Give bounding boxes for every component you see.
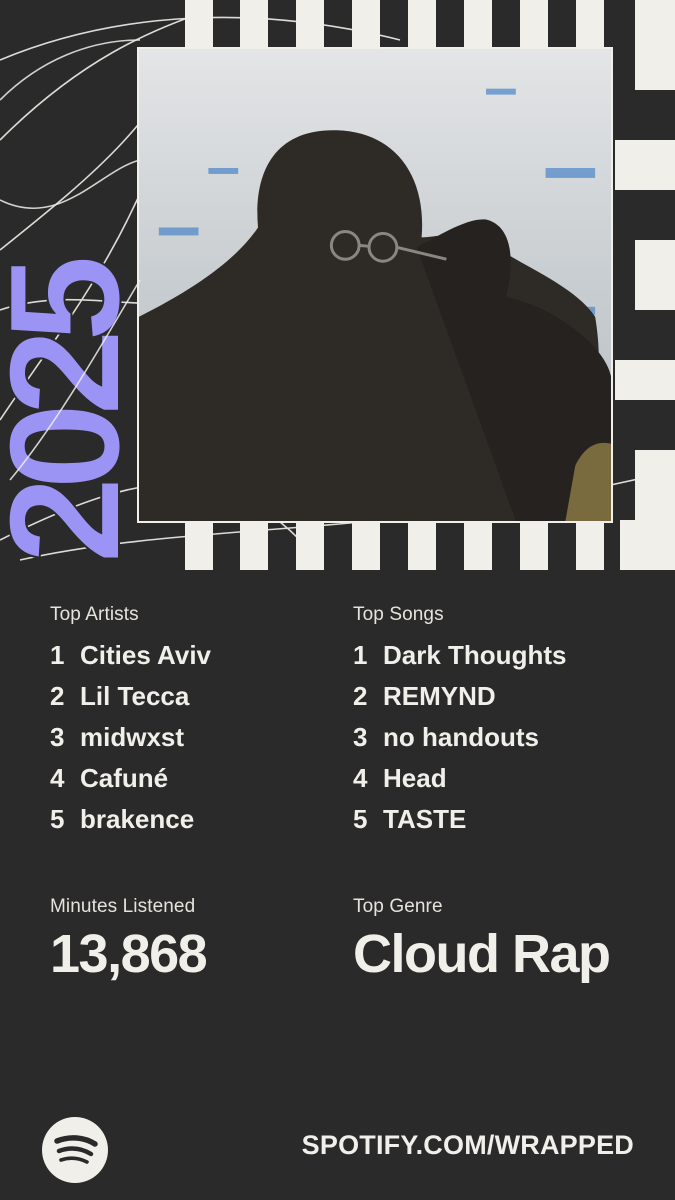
- spotify-logo-icon[interactable]: [42, 1117, 108, 1183]
- rank-number: 1: [50, 640, 65, 670]
- list-item: 2 Lil Tecca: [50, 681, 350, 722]
- top-songs-list: 1 Dark Thoughts 2 REMYND 3 no handouts 4 Hea…: [353, 640, 653, 845]
- list-item: 4 Cafuné: [50, 763, 350, 804]
- rank-number: 3: [353, 722, 368, 752]
- artist-name: Cities Aviv: [80, 640, 212, 670]
- rank-number: 2: [353, 681, 368, 711]
- minutes-listened-section: Minutes Listened 13,868: [50, 896, 350, 984]
- hero-graphic: 2025: [0, 0, 675, 570]
- list-item: 1 Cities Aviv: [50, 640, 350, 681]
- top-genre-section: Top Genre Cloud Rap: [353, 896, 653, 984]
- list-item: 1 Dark Thoughts: [353, 640, 653, 681]
- wrapped-url-link[interactable]: SPOTIFY.COM/WRAPPED: [302, 1130, 634, 1161]
- top-songs-label: Top Songs: [353, 604, 444, 625]
- song-name: REMYND: [383, 681, 496, 711]
- artist-name: brakence: [80, 804, 195, 834]
- year-graphic-2025: 2025: [0, 39, 154, 565]
- list-item: 3 no handouts: [353, 722, 653, 763]
- footer: SPOTIFY.COM/WRAPPED: [0, 1110, 675, 1183]
- minutes-listened-value: 13,868: [50, 924, 208, 984]
- top-artists-section: Top Artists 1 Cities Aviv 2 Lil Tecca 3 mid…: [50, 604, 350, 845]
- stats-section: Top Artists 1 Cities Aviv 2 Lil Tecca 3 mid…: [0, 570, 675, 1200]
- list-item: 3 midwxst: [50, 722, 350, 763]
- rank-number: 1: [353, 640, 368, 670]
- rank-number: 4: [353, 763, 368, 793]
- minutes-listened-label: Minutes Listened: [50, 896, 196, 917]
- artist-name: Cafuné: [80, 763, 169, 793]
- song-name: Head: [383, 763, 447, 793]
- song-name: TASTE: [383, 804, 467, 834]
- rank-number: 4: [50, 763, 65, 793]
- list-item: 5 TASTE: [353, 804, 653, 845]
- rank-number: 5: [50, 804, 65, 834]
- top-artists-label: Top Artists: [50, 604, 139, 625]
- rank-number: 5: [353, 804, 368, 834]
- list-item: 5 brakence: [50, 804, 350, 845]
- top-genre-label: Top Genre: [353, 896, 443, 917]
- year-text: 2025: [0, 258, 153, 564]
- artist-name: midwxst: [80, 722, 185, 752]
- list-item: 4 Head: [353, 763, 653, 804]
- song-name: Dark Thoughts: [383, 640, 567, 670]
- top-songs-section: Top Songs 1 Dark Thoughts 2 REMYND 3 no han…: [353, 604, 653, 845]
- rank-number: 2: [50, 681, 65, 711]
- artist-name: Lil Tecca: [80, 681, 190, 711]
- rank-number: 3: [50, 722, 65, 752]
- song-name: no handouts: [383, 722, 539, 752]
- list-item: 2 REMYND: [353, 681, 653, 722]
- top-artists-list: 1 Cities Aviv 2 Lil Tecca 3 midwxst 4 Cafuné…: [50, 640, 350, 845]
- top-genre-value: Cloud Rap: [353, 924, 611, 984]
